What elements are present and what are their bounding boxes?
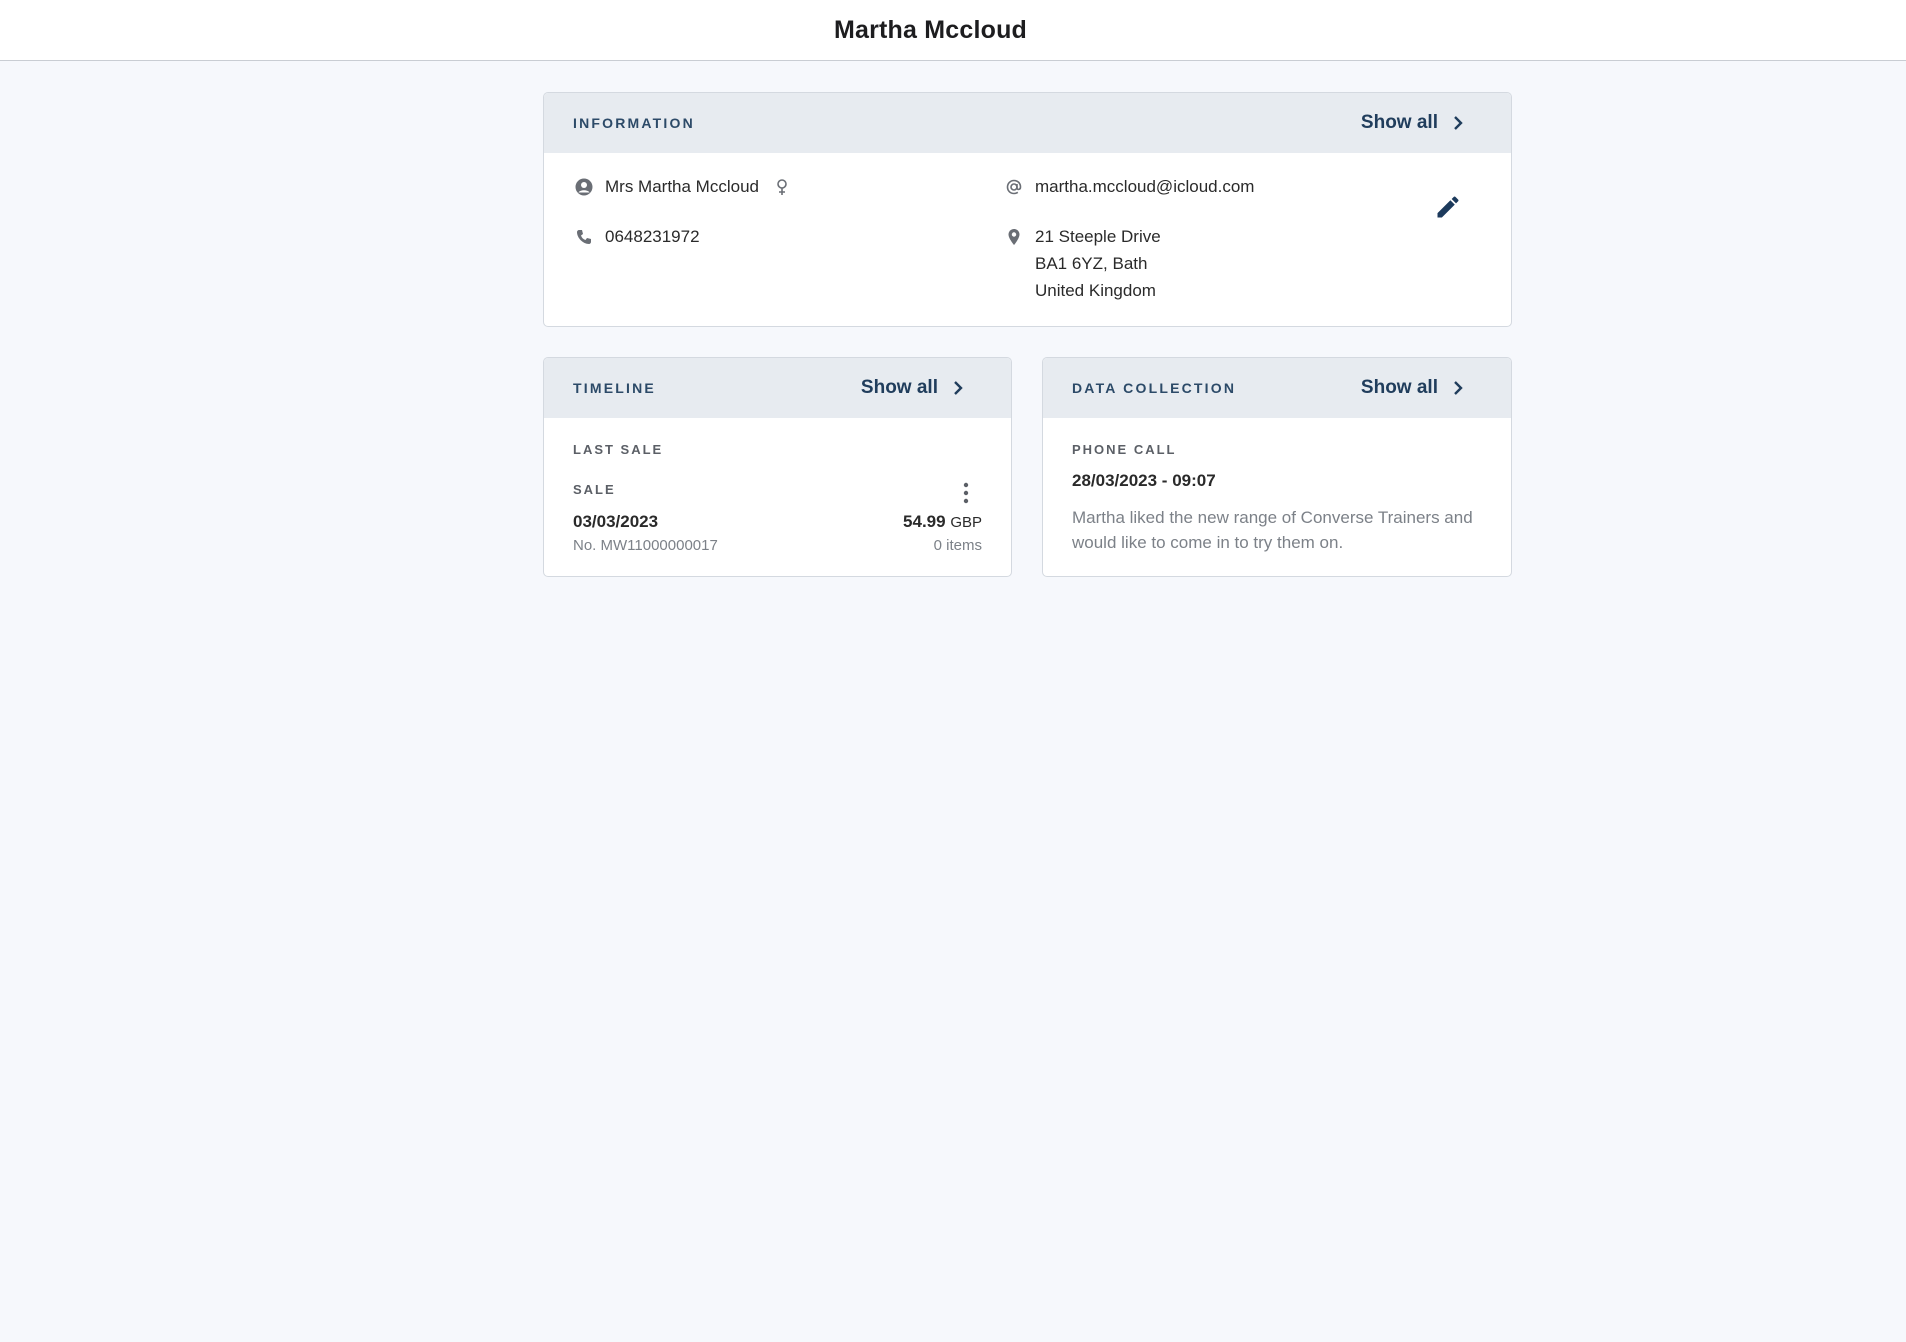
timeline-card: TIMELINE Show all LAST SALE SALE 03/03/2… bbox=[543, 357, 1012, 577]
last-sale-label: LAST SALE bbox=[573, 442, 664, 457]
timeline-card-header: TIMELINE Show all bbox=[544, 358, 1011, 418]
sale-number: No. MW11000000017 bbox=[573, 537, 718, 554]
address-line-1: 21 Steeple Drive bbox=[1035, 227, 1161, 246]
collection-note: Martha liked the new range of Converse T… bbox=[1072, 508, 1473, 552]
page-title: Martha Mccloud bbox=[833, 15, 1028, 44]
email-address: martha.mccloud@icloud.com bbox=[1035, 177, 1255, 196]
user-circle-icon bbox=[575, 178, 593, 196]
more-vertical-icon[interactable] bbox=[962, 482, 970, 504]
email-row: martha.mccloud@icloud.com bbox=[1005, 177, 1254, 200]
female-icon bbox=[773, 178, 791, 196]
information-card-header: INFORMATION Show all bbox=[544, 93, 1511, 153]
customer-name-row: Mrs Martha Mccloud bbox=[575, 177, 791, 200]
top-bar: Martha Mccloud bbox=[0, 0, 1906, 61]
phone-icon bbox=[575, 228, 593, 246]
phone-call-label: PHONE CALL bbox=[1072, 442, 1177, 457]
data-collection-card: DATA COLLECTION Show all PHONE CALL 28/0… bbox=[1042, 357, 1512, 577]
address-row: 21 Steeple Drive BA1 6YZ, Bath United Ki… bbox=[1005, 227, 1161, 304]
customer-name: Mrs Martha Mccloud bbox=[605, 177, 759, 196]
phone-number: 0648231972 bbox=[605, 227, 700, 246]
data-collection-card-title: DATA COLLECTION bbox=[1072, 380, 1237, 396]
sale-amount: 54.99 GBP bbox=[903, 512, 982, 532]
address-line-2: BA1 6YZ, Bath bbox=[1035, 254, 1148, 273]
sale-date: 03/03/2023 bbox=[573, 512, 659, 531]
chevron-right-icon bbox=[1454, 381, 1463, 395]
show-all-label: Show all bbox=[860, 377, 938, 398]
information-card-title: INFORMATION bbox=[573, 115, 695, 131]
collection-datetime: 28/03/2023 - 09:07 bbox=[1072, 471, 1216, 490]
sale-amount-value: 54.99 bbox=[903, 512, 946, 531]
information-card: INFORMATION Show all Mrs Martha Mccloud … bbox=[543, 92, 1512, 327]
chevron-right-icon bbox=[954, 381, 963, 395]
show-all-label: Show all bbox=[1360, 112, 1438, 133]
at-icon bbox=[1005, 178, 1023, 196]
address-line-3: United Kingdom bbox=[1035, 281, 1156, 300]
information-show-all-button[interactable]: Show all bbox=[1361, 112, 1464, 134]
sale-items-count: 0 items bbox=[933, 537, 982, 554]
address: 21 Steeple Drive BA1 6YZ, Bath United Ki… bbox=[1035, 223, 1161, 304]
sale-label: SALE bbox=[573, 482, 616, 497]
timeline-show-all-button[interactable]: Show all bbox=[861, 377, 964, 399]
timeline-card-title: TIMELINE bbox=[573, 380, 656, 396]
data-collection-card-header: DATA COLLECTION Show all bbox=[1043, 358, 1511, 418]
pencil-icon[interactable] bbox=[1434, 193, 1462, 221]
location-pin-icon bbox=[1005, 228, 1023, 246]
chevron-right-icon bbox=[1454, 116, 1463, 130]
sale-currency: GBP bbox=[950, 514, 982, 531]
data-collection-show-all-button[interactable]: Show all bbox=[1361, 377, 1464, 399]
phone-row: 0648231972 bbox=[575, 227, 700, 250]
show-all-label: Show all bbox=[1360, 377, 1438, 398]
